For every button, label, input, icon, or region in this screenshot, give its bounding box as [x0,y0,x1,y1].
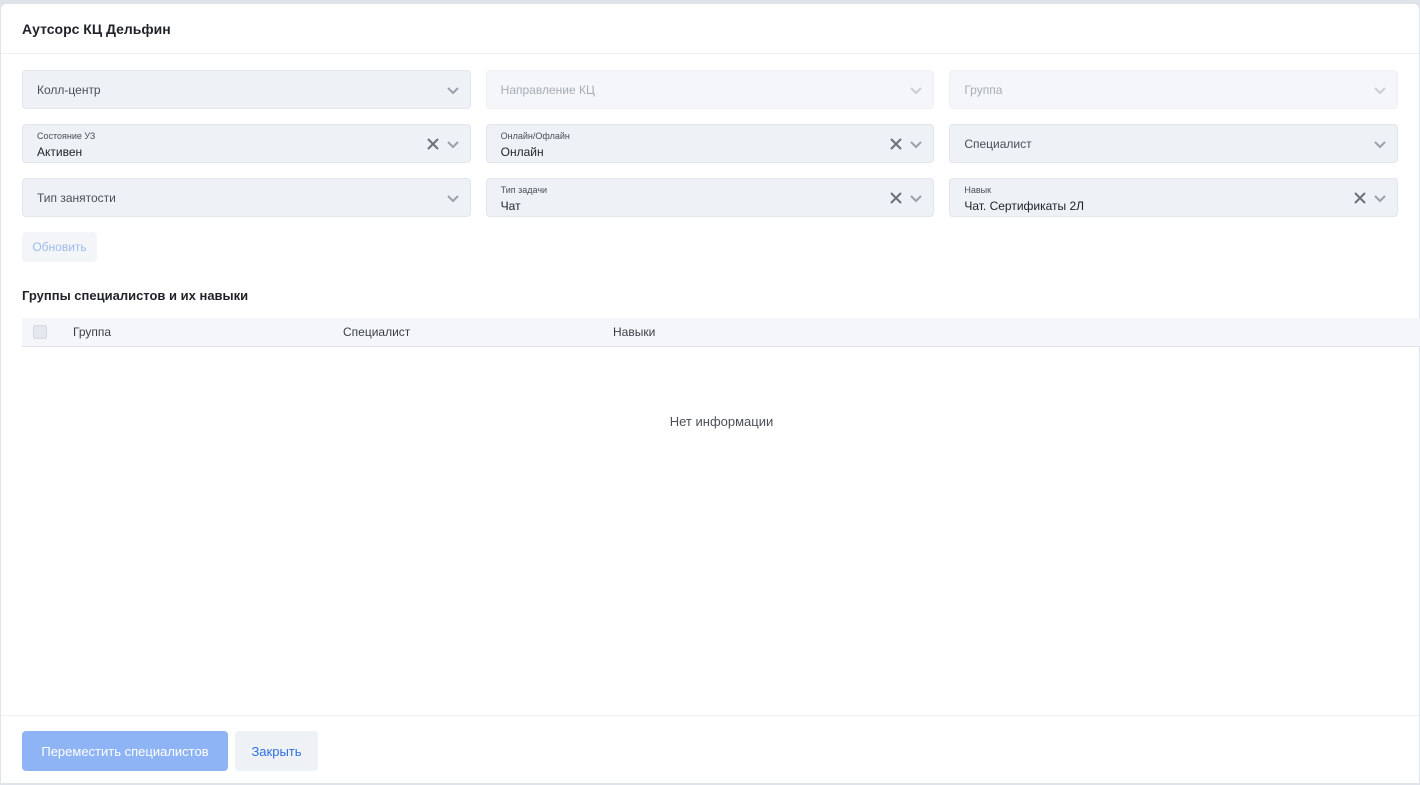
skill-value: Чат. Сертификаты 2Л [964,199,1085,213]
task-type-value: Чат [500,199,521,213]
account-state-select[interactable]: Состояние УЗ Активен [22,124,471,163]
skill-label: Навык [964,185,992,195]
filters-row-2: Состояние УЗ Активен Онлайн/Офлайн Онлай… [22,124,1399,163]
online-offline-label: Онлайн/Офлайн [500,131,570,141]
chevron-down-icon[interactable] [1373,191,1387,205]
modal-title: Аутсорс КЦ Дельфин [22,20,171,37]
move-specialists-button[interactable]: Переместить специалистов [22,731,228,771]
empty-state-text: Нет информации [669,414,774,429]
task-type-select[interactable]: Тип задачи Чат [485,178,935,217]
direction-placeholder: Направление КЦ [500,82,595,97]
modal-dialog: Аутсорс КЦ Дельфин Колл-центр Направлени… [0,3,1420,784]
group-placeholder: Группа [964,82,1003,97]
specialists-table: Группа Специалист Навыки Нет информации [22,318,1420,429]
modal-footer: Переместить специалистов Закрыть [1,715,1419,785]
modal-header: Аутсорс КЦ Дельфин [1,4,1419,54]
chevron-down-icon[interactable] [446,191,460,205]
close-icon[interactable] [426,137,440,151]
close-icon[interactable] [889,191,903,205]
skill-select[interactable]: Навык Чат. Сертификаты 2Л [949,178,1399,217]
filters-row-1: Колл-центр Направление КЦ Группа [22,70,1399,109]
account-state-value: Активен [37,145,83,159]
chevron-down-icon[interactable] [1373,83,1387,97]
column-header-specialist[interactable]: Специалист [343,325,410,339]
filters-panel: Колл-центр Направление КЦ Группа Состоян… [22,70,1399,232]
chevron-down-icon[interactable] [446,83,460,97]
close-button[interactable]: Закрыть [235,731,318,771]
specialist-placeholder: Специалист [964,136,1032,151]
call-center-select[interactable]: Колл-центр [22,70,471,109]
employment-type-select[interactable]: Тип занятости [22,178,471,217]
select-all-checkbox[interactable] [33,325,47,339]
close-icon[interactable] [1353,191,1367,205]
chevron-down-icon[interactable] [446,137,460,151]
column-header-group[interactable]: Группа [73,325,111,339]
section-title: Группы специалистов и их навыки [22,288,249,303]
column-header-skills[interactable]: Навыки [613,325,655,339]
group-select[interactable]: Группа [949,70,1399,109]
employment-type-placeholder: Тип занятости [37,190,116,205]
online-offline-select[interactable]: Онлайн/Офлайн Онлайн [485,124,935,163]
task-type-label: Тип задачи [500,185,548,195]
chevron-down-icon[interactable] [909,137,923,151]
refresh-button[interactable]: Обновить [22,232,97,262]
table-header: Группа Специалист Навыки [22,318,1420,347]
chevron-down-icon[interactable] [1373,137,1387,151]
filters-row-3: Тип занятости Тип задачи Чат Навык Чат. … [22,178,1399,217]
direction-select[interactable]: Направление КЦ [485,70,935,109]
online-offline-value: Онлайн [500,145,544,159]
account-state-label: Состояние УЗ [37,131,96,141]
close-icon[interactable] [889,137,903,151]
chevron-down-icon[interactable] [909,191,923,205]
chevron-down-icon[interactable] [909,83,923,97]
call-center-placeholder: Колл-центр [37,82,101,97]
specialist-select[interactable]: Специалист [949,124,1399,163]
